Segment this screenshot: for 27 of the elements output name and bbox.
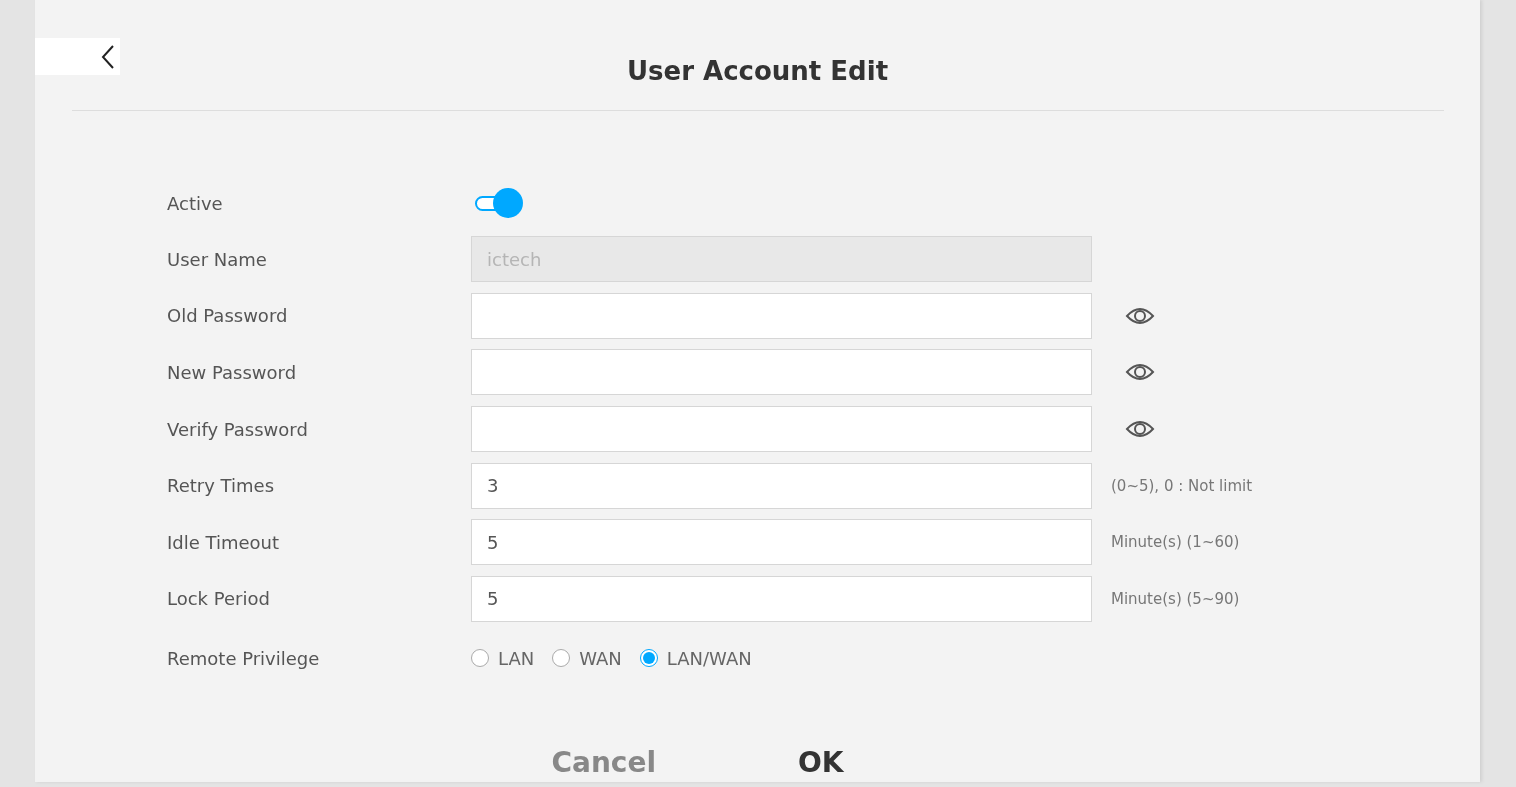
radio-option[interactable]: LAN/WAN	[639, 647, 752, 669]
field-label: Active	[167, 192, 224, 214]
eye-icon[interactable]	[1125, 305, 1155, 326]
eye-icon[interactable]	[1125, 362, 1155, 383]
field-label: Lock Period	[167, 588, 271, 610]
ok-button[interactable]: OK	[792, 742, 850, 782]
password-field[interactable]	[471, 349, 1092, 396]
input-field[interactable]: 3	[471, 462, 1092, 509]
cancel-button[interactable]: Cancel	[545, 742, 663, 782]
field-hint: Minute(s) (5~90)	[1110, 589, 1241, 608]
field-label: New Password	[167, 362, 298, 383]
field-label: Retry Times	[167, 475, 276, 497]
password-field[interactable]	[471, 406, 1092, 453]
password-field[interactable]	[471, 292, 1092, 339]
field-label: Old Password	[167, 305, 289, 327]
radio-option[interactable]: LAN	[471, 647, 535, 669]
input-field[interactable]: 5	[471, 575, 1092, 622]
field-hint: (0~5), 0 : Not limit	[1110, 476, 1254, 495]
field-label: Verify Password	[167, 418, 309, 440]
field-label: User Name	[167, 248, 268, 270]
field-hint: Minute(s) (1~60)	[1110, 533, 1241, 552]
field-label: Remote Privilege	[167, 647, 321, 669]
input-field[interactable]: 5	[471, 519, 1092, 566]
radio-option[interactable]: WAN	[552, 647, 622, 669]
field-label: Idle Timeout	[167, 531, 281, 553]
page-title: User Account Edit	[626, 56, 890, 86]
eye-icon[interactable]	[1125, 419, 1155, 440]
